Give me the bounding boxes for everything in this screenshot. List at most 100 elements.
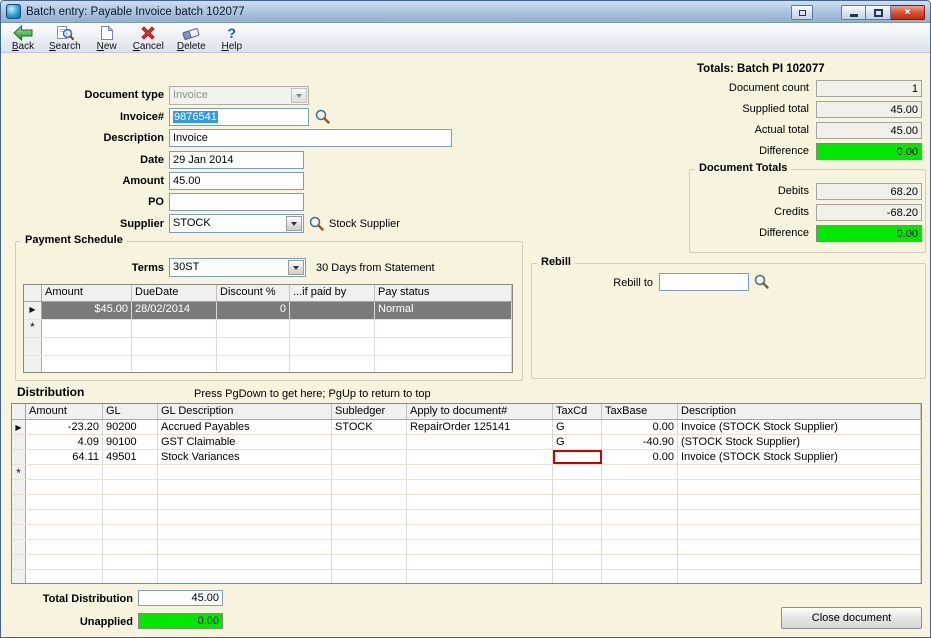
eraser-icon: [182, 25, 201, 41]
cancel-cross-icon: [140, 25, 156, 41]
column-header: TaxCd: [553, 404, 602, 419]
toolbar-button-label: Back: [11, 40, 35, 52]
toolbar-cancel-button[interactable]: Cancel: [128, 24, 169, 52]
payment-discount-cell[interactable]: 0: [217, 302, 290, 319]
supplier-combo[interactable]: STOCK: [169, 214, 304, 233]
back-arrow-icon: [13, 24, 33, 41]
description-label: Description: [103, 132, 164, 144]
window-button-group: ×: [841, 5, 925, 20]
distribution-grid-header: Amount GL GL Description Subledger Apply…: [12, 404, 921, 420]
toolbar-back-button[interactable]: Back: [5, 24, 41, 52]
taxcd-error-cell[interactable]: [553, 450, 602, 464]
minimize-button[interactable]: [841, 5, 866, 20]
po-field[interactable]: [169, 193, 304, 211]
document-type-label: Document type: [84, 89, 164, 101]
distribution-grid: Amount GL GL Description Subledger Apply…: [11, 403, 922, 584]
distribution-row[interactable]: 64.11 49501 Stock Variances 0.00 Invoice…: [12, 450, 921, 465]
window-controls: ×: [791, 3, 925, 20]
distribution-empty-row: [12, 495, 921, 510]
distribution-empty-row: [12, 555, 921, 570]
rebill-to-field[interactable]: [659, 273, 749, 291]
current-row-marker: ▶: [12, 420, 26, 434]
help-question-icon: ?: [227, 24, 237, 41]
app-window: Batch entry: Payable Invoice batch 10207…: [0, 0, 931, 638]
document-count-label: Document count: [728, 82, 809, 94]
toolbar-new-button[interactable]: New: [89, 24, 125, 52]
batch-difference-value: 0.00: [816, 143, 922, 160]
batch-difference-label: Difference: [759, 145, 809, 157]
maximize-button[interactable]: [866, 5, 891, 20]
payment-schedule-title: Payment Schedule: [21, 234, 127, 246]
titlebar: Batch entry: Payable Invoice batch 10207…: [1, 1, 930, 23]
unapplied-label: Unapplied: [79, 616, 133, 628]
supplied-total-value: 45.00: [816, 101, 922, 118]
payment-paystatus-cell[interactable]: Normal: [375, 302, 512, 319]
column-header: Apply to document#: [407, 404, 553, 419]
toolbar-button-label: Cancel: [132, 40, 164, 52]
invoice-number-field[interactable]: 9876541: [169, 108, 309, 126]
distribution-row[interactable]: 4.09 90100 GST Claimable G -40.90 (STOCK…: [12, 435, 921, 450]
payment-ifpaidby-cell[interactable]: [290, 302, 375, 319]
toolbar: Back Search New Cancel Delete ? Help: [1, 23, 930, 53]
document-type-combo[interactable]: Invoice: [169, 86, 309, 105]
terms-combo[interactable]: 30ST: [169, 258, 306, 277]
toolbar-button-label: Delete: [176, 40, 206, 52]
actual-total-value: 45.00: [816, 122, 922, 139]
new-row-marker: *: [24, 320, 42, 337]
minimize-icon: [849, 14, 858, 17]
distribution-new-row[interactable]: *: [12, 465, 921, 480]
column-header: Discount %: [217, 285, 290, 301]
window-pin-button[interactable]: [791, 5, 813, 20]
terms-description: 30 Days from Statement: [316, 262, 435, 274]
toolbar-delete-button[interactable]: Delete: [172, 24, 211, 52]
distribution-row[interactable]: ▶ -23.20 90200 Accrued Payables STOCK Re…: [12, 420, 921, 435]
payment-empty-row: [24, 338, 512, 356]
current-row-marker: ▶: [24, 302, 42, 319]
amount-field[interactable]: 45.00: [169, 172, 304, 190]
terms-label: Terms: [131, 262, 164, 274]
dropdown-arrow-icon: [291, 88, 307, 103]
toolbar-help-button[interactable]: ? Help: [214, 24, 250, 52]
supplied-total-label: Supplied total: [742, 103, 809, 115]
column-header: TaxBase: [602, 404, 678, 419]
payment-new-row[interactable]: *: [24, 320, 512, 338]
total-distribution-value: 45.00: [138, 590, 223, 606]
dropdown-arrow-icon: [288, 260, 304, 275]
batch-totals-title: Totals: Batch PI 102077: [697, 63, 825, 75]
new-document-icon: [100, 24, 114, 41]
toolbar-search-button[interactable]: Search: [44, 24, 86, 52]
dropdown-arrow-icon: [286, 216, 302, 231]
toolbar-button-label: New: [96, 40, 117, 52]
payment-row-selected[interactable]: ▶ $45.00 28/02/2014 0 Normal: [24, 302, 512, 320]
doc-difference-label: Difference: [759, 227, 809, 239]
search-icon: [56, 25, 74, 41]
rebill-search-icon[interactable]: [753, 273, 770, 290]
terms-value: 30ST: [173, 261, 200, 273]
column-header: Description: [678, 404, 921, 419]
unapplied-value: 0.00: [138, 613, 223, 629]
invoice-search-icon[interactable]: [314, 108, 331, 125]
column-header: GL Description: [158, 404, 332, 419]
po-label: PO: [148, 196, 164, 208]
description-field[interactable]: Invoice: [169, 129, 452, 147]
close-document-button[interactable]: Close document: [781, 607, 922, 629]
column-header: GL: [103, 404, 158, 419]
total-distribution-label: Total Distribution: [42, 593, 133, 605]
date-label: Date: [140, 154, 164, 166]
supplier-value: STOCK: [173, 217, 211, 229]
window-title: Batch entry: Payable Invoice batch 10207…: [26, 5, 245, 18]
payment-amount-cell[interactable]: $45.00: [42, 302, 132, 319]
actual-total-label: Actual total: [754, 124, 809, 136]
distribution-empty-row: [12, 510, 921, 525]
close-button[interactable]: ×: [891, 5, 925, 20]
date-field[interactable]: 29 Jan 2014: [169, 151, 304, 169]
payment-duedate-cell[interactable]: 28/02/2014: [132, 302, 217, 319]
distribution-empty-row: [12, 540, 921, 555]
supplier-search-icon[interactable]: [308, 215, 325, 232]
credits-value: -68.20: [816, 204, 922, 221]
toolbar-button-label: Search: [49, 40, 81, 52]
column-header: Amount: [42, 285, 132, 301]
pin-icon: [798, 9, 806, 16]
credits-label: Credits: [774, 206, 809, 218]
column-header: Amount: [26, 404, 103, 419]
